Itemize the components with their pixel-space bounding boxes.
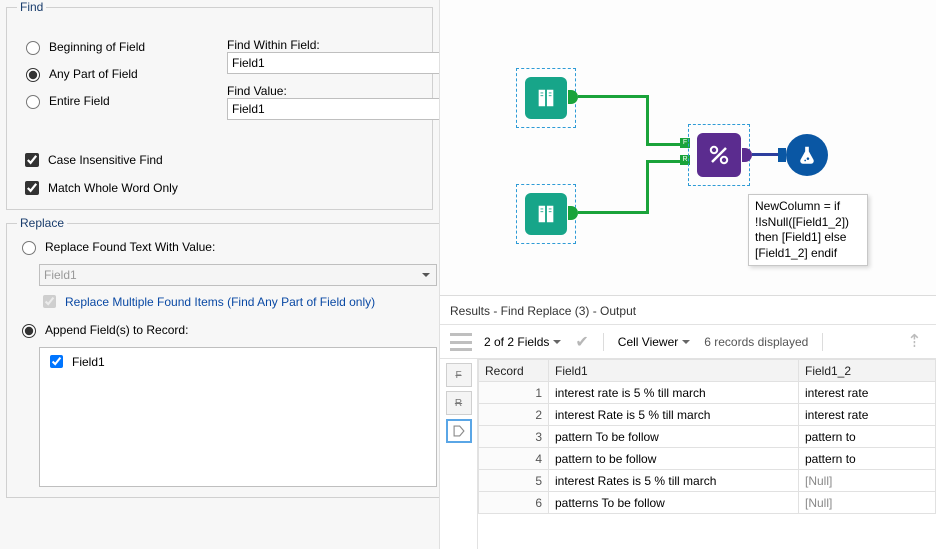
output-anchor[interactable] xyxy=(568,90,578,104)
annotation-text: NewColumn = if !IsNull([Field1_2]) then … xyxy=(755,199,849,260)
results-title: Results - Find Replace (3) - Output xyxy=(440,296,936,325)
check-whole-word[interactable]: Match Whole Word Only xyxy=(21,178,178,198)
find-within-select[interactable]: Field1 xyxy=(227,52,440,74)
cell-record: 4 xyxy=(479,448,549,470)
results-toolbar: 2 of 2 Fields ✔ Cell Viewer 6 records di… xyxy=(440,325,936,359)
col-field1[interactable]: Field1 xyxy=(549,360,799,382)
cell-field1[interactable]: interest Rate is 5 % till march xyxy=(549,404,799,426)
find-value-label: Find Value: xyxy=(227,84,440,98)
cell-field1[interactable]: interest rate is 5 % till march xyxy=(549,382,799,404)
table-row[interactable]: 3pattern To be followpattern to xyxy=(479,426,936,448)
cell-field1_2[interactable]: interest rate xyxy=(799,404,936,426)
radio-label: Replace Found Text With Value: xyxy=(45,240,215,254)
radio-label: Beginning of Field xyxy=(49,40,145,54)
collapse-icon[interactable]: ⇡ xyxy=(907,331,930,352)
input-anchor[interactable] xyxy=(778,148,786,162)
cell-field1[interactable]: interest Rates is 5 % till march xyxy=(549,470,799,492)
radio-label: Any Part of Field xyxy=(49,67,138,81)
radio-label: Entire Field xyxy=(49,94,110,108)
table-row[interactable]: 5interest Rates is 5 % till march[Null] xyxy=(479,470,936,492)
connection-wire xyxy=(578,211,648,214)
connection-wire xyxy=(646,143,682,146)
find-legend: Find xyxy=(17,0,46,14)
select-value: Field1 xyxy=(44,268,77,282)
field-count-dropdown[interactable]: 2 of 2 Fields xyxy=(484,335,561,349)
select-value: Field1 xyxy=(232,56,265,70)
cell-record: 2 xyxy=(479,404,549,426)
cell-field1_2[interactable]: [Null] xyxy=(799,492,936,514)
cell-record: 3 xyxy=(479,426,549,448)
percent-slash-icon xyxy=(707,143,731,167)
table-row[interactable]: 6patterns To be follow[Null] xyxy=(479,492,936,514)
text-input-tool-2[interactable] xyxy=(525,193,567,235)
radio-label: Append Field(s) to Record: xyxy=(45,323,188,337)
output-anchor[interactable] xyxy=(742,148,752,162)
cell-field1_2[interactable]: pattern to xyxy=(799,426,936,448)
cell-field1_2[interactable]: interest rate xyxy=(799,382,936,404)
col-field1_2[interactable]: Field1_2 xyxy=(799,360,936,382)
table-row[interactable]: 1interest rate is 5 % till marchinterest… xyxy=(479,382,936,404)
rows-icon[interactable] xyxy=(450,333,472,351)
replace-value-select: Field1 xyxy=(39,264,437,286)
tab-f[interactable]: F xyxy=(446,363,472,387)
cell-field1[interactable]: pattern To be follow xyxy=(549,426,799,448)
record-count-label: 6 records displayed xyxy=(704,335,808,349)
cell-field1_2[interactable]: pattern to xyxy=(799,448,936,470)
connection-wire xyxy=(646,162,649,214)
check-label: Replace Multiple Found Items (Find Any P… xyxy=(65,295,375,309)
cell-viewer-dropdown[interactable]: Cell Viewer xyxy=(618,335,690,349)
check-icon: ✔ xyxy=(575,332,588,352)
col-record[interactable]: Record xyxy=(479,360,549,382)
check-case-insensitive[interactable]: Case Insensitive Find xyxy=(21,150,163,170)
radio-append-fields[interactable]: Append Field(s) to Record: xyxy=(17,321,188,338)
check-label: Match Whole Word Only xyxy=(48,181,178,195)
separator xyxy=(603,333,604,351)
find-within-label: Find Within Field: xyxy=(227,38,440,52)
connection-wire xyxy=(578,95,648,98)
text-input-tool-1[interactable] xyxy=(525,77,567,119)
field-list-item[interactable]: Field1 xyxy=(46,352,430,371)
tab-r[interactable]: R xyxy=(446,391,472,415)
find-replace-tool[interactable] xyxy=(697,133,741,177)
workflow-canvas[interactable]: F R NewColumn = i xyxy=(440,0,936,296)
cell-field1[interactable]: pattern to be follow xyxy=(549,448,799,470)
cell-record: 6 xyxy=(479,492,549,514)
formula-annotation: NewColumn = if !IsNull([Field1_2]) then … xyxy=(748,194,868,266)
results-grid[interactable]: Record Field1 Field1_2 1interest rate is… xyxy=(478,359,936,549)
book-icon xyxy=(535,203,557,225)
formula-tool[interactable] xyxy=(786,134,828,176)
replace-group: Replace Replace Found Text With Value: F… xyxy=(6,216,440,498)
replace-legend: Replace xyxy=(17,216,67,230)
select-value: Field1 xyxy=(232,102,265,116)
field-label: Field1 xyxy=(72,355,105,369)
cell-field1[interactable]: patterns To be follow xyxy=(549,492,799,514)
tab-output[interactable] xyxy=(446,419,472,443)
flask-icon xyxy=(796,144,818,166)
table-row[interactable]: 2interest Rate is 5 % till marchinterest… xyxy=(479,404,936,426)
check-label: Case Insensitive Find xyxy=(48,153,163,167)
connection-wire xyxy=(752,153,780,156)
cell-record: 5 xyxy=(479,470,549,492)
book-icon xyxy=(535,87,557,109)
results-panel: Results - Find Replace (3) - Output 2 of… xyxy=(440,296,936,549)
find-value-select[interactable]: Field1 xyxy=(227,98,440,120)
radio-beginning-of-field[interactable]: Beginning of Field xyxy=(21,38,145,55)
connection-wire xyxy=(646,95,649,145)
separator xyxy=(822,333,823,351)
metadata-tabs: F R xyxy=(440,359,478,549)
radio-entire-field[interactable]: Entire Field xyxy=(21,92,145,109)
table-row[interactable]: 4pattern to be followpattern to xyxy=(479,448,936,470)
radio-replace-with-value[interactable]: Replace Found Text With Value: xyxy=(17,238,215,255)
output-anchor[interactable] xyxy=(568,206,578,220)
radio-any-part-of-field[interactable]: Any Part of Field xyxy=(21,65,145,82)
find-group: Find Beginning of Field Any Part of Fiel… xyxy=(6,0,433,210)
config-panel: Find Beginning of Field Any Part of Fiel… xyxy=(0,0,440,549)
cell-record: 1 xyxy=(479,382,549,404)
append-field-list[interactable]: Field1 xyxy=(39,347,437,487)
connection-wire xyxy=(646,160,682,163)
output-anchor-icon xyxy=(452,424,466,438)
cell-field1_2[interactable]: [Null] xyxy=(799,470,936,492)
check-replace-multiple[interactable]: Replace Multiple Found Items (Find Any P… xyxy=(39,292,437,311)
